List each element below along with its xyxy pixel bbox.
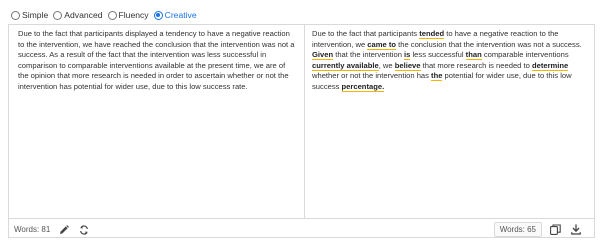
changed-word[interactable]: than [465, 50, 482, 60]
output-segment: the conclusion that the intervention was… [396, 39, 582, 49]
changed-word[interactable]: the [431, 71, 443, 81]
input-text[interactable]: Due to the fact that participants displa… [18, 29, 296, 92]
output-segment: that more research is needed to [420, 60, 532, 70]
output-segment: Due to the fact that participants [312, 29, 420, 38]
mode-label: Simple [22, 10, 49, 20]
mode-fluency[interactable]: Fluency [107, 10, 149, 20]
output-segment: whether or not the intervention has [312, 71, 432, 80]
input-text-area[interactable]: Due to the fact that participants displa… [9, 25, 304, 218]
copy-icon[interactable] [548, 223, 563, 236]
mode-creative[interactable]: Creative [153, 10, 197, 20]
mode-label: Advanced [64, 10, 103, 20]
changed-word[interactable]: came to [367, 39, 396, 50]
radio-button[interactable] [53, 10, 63, 20]
changed-word[interactable]: Given [312, 50, 334, 60]
changed-word[interactable]: determine [531, 60, 569, 71]
input-word-count: Words: 81 [14, 225, 51, 234]
output-text: Due to the fact that participants tended… [312, 29, 588, 92]
radio-button[interactable] [107, 10, 117, 20]
paraphrase-panel: Due to the fact that participants displa… [8, 24, 595, 238]
output-footer: Words: 65 [493, 222, 588, 237]
mode-simple[interactable]: Simple [11, 10, 48, 20]
output-segment: comparable interventions [481, 50, 569, 59]
radio-button[interactable] [153, 10, 163, 20]
mode-label: Fluency [118, 10, 149, 20]
output-segment: less successful [410, 50, 466, 59]
output-segment: that the intervention [333, 50, 405, 59]
input-footer: Words: 81 [14, 223, 96, 236]
footer-divider [9, 218, 594, 219]
radio-button[interactable] [11, 10, 20, 20]
mode-advanced[interactable]: Advanced [53, 10, 103, 20]
mode-selector: Simple Advanced Fluency Creative [11, 8, 202, 22]
changed-word[interactable]: believe [394, 60, 421, 71]
refresh-icon[interactable] [76, 223, 91, 236]
output-segment: , we [378, 60, 395, 70]
changed-word[interactable]: currently available [312, 60, 379, 71]
mode-label: Creative [164, 10, 197, 20]
pencil-icon[interactable] [56, 223, 71, 236]
output-word-count: Words: 65 [493, 222, 542, 237]
changed-word[interactable]: tended [419, 29, 445, 39]
download-icon[interactable] [568, 223, 583, 236]
output-text-area: Due to the fact that participants tended… [304, 25, 594, 218]
changed-word[interactable]: percentage. [341, 81, 385, 92]
